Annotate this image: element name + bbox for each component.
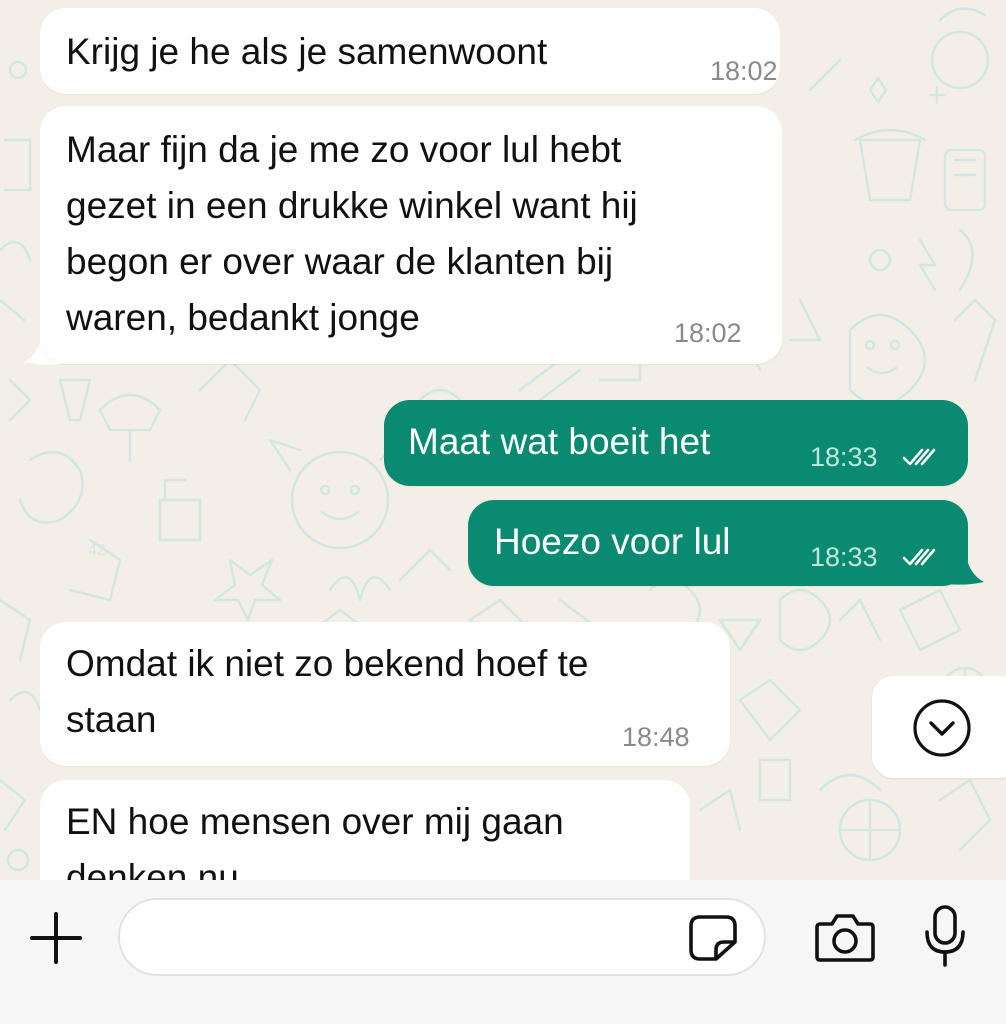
message-time: 18:02 bbox=[710, 56, 778, 86]
scroll-to-bottom-button[interactable] bbox=[872, 676, 1006, 778]
message-text: Maar fijn da je me zo voor lul hebt geze… bbox=[66, 129, 638, 338]
message-text: Maat wat boeit het bbox=[408, 421, 711, 462]
message-time: 18:33 bbox=[810, 442, 878, 472]
chat-area[interactable]: 42 Krijg je he als je samenwoont 18:02 M… bbox=[0, 0, 1006, 880]
chevron-down-circle-icon bbox=[913, 699, 971, 757]
message-outgoing[interactable]: Maat wat boeit het 18:33 bbox=[384, 400, 968, 486]
camera-icon[interactable] bbox=[814, 910, 876, 964]
message-text: Hoezo voor lul bbox=[494, 521, 731, 562]
double-check-icon bbox=[902, 448, 936, 466]
message-text: Krijg je he als je samenwoont bbox=[66, 31, 548, 72]
svg-text:42: 42 bbox=[88, 542, 106, 559]
message-incoming[interactable]: Omdat ik niet zo bekend hoef te staan 18… bbox=[40, 622, 730, 766]
message-time: 18:02 bbox=[674, 318, 742, 348]
plus-icon[interactable] bbox=[28, 910, 84, 966]
message-outgoing[interactable]: Hoezo voor lul 18:33 bbox=[468, 500, 968, 586]
sticker-icon[interactable] bbox=[688, 914, 738, 962]
bubble-tail-outgoing bbox=[946, 548, 984, 585]
double-check-icon bbox=[902, 548, 936, 566]
message-input[interactable] bbox=[118, 898, 766, 976]
message-text: Omdat ik niet zo bekend hoef te staan bbox=[66, 643, 589, 740]
message-incoming[interactable]: Krijg je he als je samenwoont 18:02 bbox=[40, 8, 780, 94]
message-incoming[interactable]: Maar fijn da je me zo voor lul hebt geze… bbox=[40, 106, 782, 364]
message-time: 18:33 bbox=[810, 542, 878, 572]
microphone-icon[interactable] bbox=[922, 904, 968, 968]
message-text: EN hoe mensen over mij gaan denken nu bbox=[66, 801, 564, 880]
message-time: 18:48 bbox=[622, 722, 690, 752]
message-incoming[interactable]: EN hoe mensen over mij gaan denken nu bbox=[40, 780, 690, 880]
